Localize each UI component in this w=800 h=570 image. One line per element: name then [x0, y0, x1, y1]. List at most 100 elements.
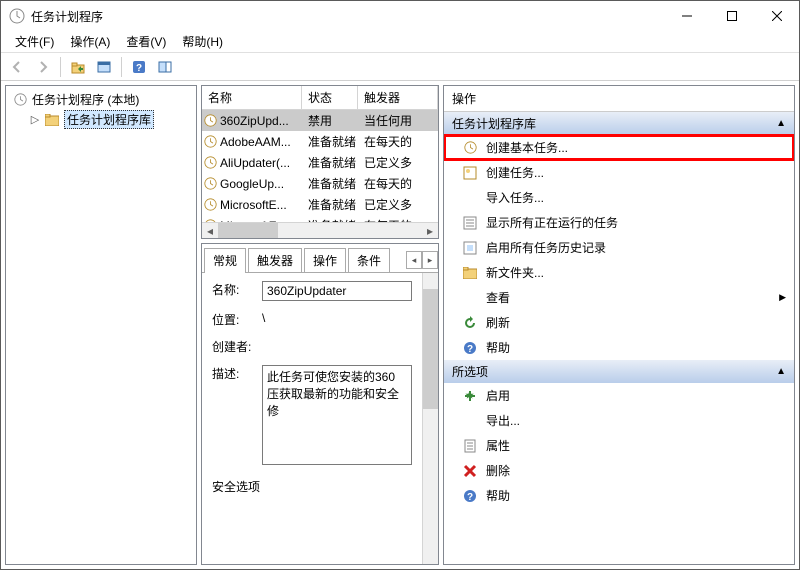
action-show-running[interactable]: 显示所有正在运行的任务	[444, 210, 794, 235]
action-label: 新文件夹...	[486, 264, 544, 281]
section-library-label: 任务计划程序库	[452, 115, 536, 132]
tree-library[interactable]: ▷ 任务计划程序库	[30, 109, 190, 130]
action-refresh[interactable]: 刷新	[444, 310, 794, 335]
task-trigger: 当任何用	[360, 112, 438, 129]
task-status: 准备就绪	[304, 175, 360, 192]
detail-desc-textarea[interactable]	[262, 365, 412, 465]
scroll-thumb[interactable]	[423, 289, 438, 409]
properties-icon	[462, 438, 478, 454]
task-status: 准备就绪	[304, 154, 360, 171]
action-help-2[interactable]: ? 帮助	[444, 483, 794, 508]
action-label: 刷新	[486, 314, 510, 331]
clock-icon	[204, 114, 217, 127]
action-label: 删除	[486, 462, 510, 479]
task-name: AdobeAAM...	[220, 135, 291, 149]
help-button[interactable]: ?	[127, 55, 151, 79]
tab-conditions[interactable]: 条件	[348, 248, 390, 272]
action-import-task[interactable]: 导入任务...	[444, 185, 794, 210]
section-selected[interactable]: 所选项 ▲	[444, 360, 794, 383]
column-status[interactable]: 状态	[302, 86, 358, 109]
menu-view[interactable]: 查看(V)	[118, 31, 174, 52]
task-name: GoogleUp...	[220, 177, 284, 191]
tab-actions[interactable]: 操作	[304, 248, 346, 272]
action-label: 查看	[486, 289, 510, 306]
action-delete[interactable]: 删除	[444, 458, 794, 483]
action-label: 创建任务...	[486, 164, 544, 181]
task-status: 准备就绪	[304, 196, 360, 213]
clock-icon	[12, 92, 28, 108]
folder-icon	[44, 112, 60, 128]
tree-expand-icon[interactable]: ▷	[30, 113, 40, 126]
task-list-body[interactable]: 360ZipUpd... 禁用当任何用 AdobeAAM...准备就绪在每天的Ali…	[202, 110, 438, 222]
action-label: 帮助	[486, 339, 510, 356]
table-row[interactable]: MicrosoftE...准备就绪在每天的	[202, 215, 438, 222]
menubar: 文件(F) 操作(A) 查看(V) 帮助(H)	[1, 31, 799, 53]
scroll-thumb[interactable]	[218, 223, 278, 238]
toolbar-separator	[60, 57, 61, 77]
task-name: 360ZipUpd...	[220, 114, 289, 128]
clock-icon	[204, 177, 217, 190]
tab-scroll-left[interactable]: ◂	[406, 251, 422, 269]
vertical-scrollbar[interactable]	[422, 273, 438, 564]
show-action-pane-button[interactable]	[153, 55, 177, 79]
action-label: 显示所有正在运行的任务	[486, 214, 618, 231]
task-trigger: 已定义多	[360, 154, 438, 171]
back-button[interactable]	[5, 55, 29, 79]
column-trigger[interactable]: 触发器	[358, 86, 438, 109]
help-icon: ?	[462, 488, 478, 504]
horizontal-scrollbar[interactable]: ◂ ▸	[202, 222, 438, 238]
table-row[interactable]: AdobeAAM...准备就绪在每天的	[202, 131, 438, 152]
action-enable-history[interactable]: 启用所有任务历史记录	[444, 235, 794, 260]
minimize-button[interactable]	[664, 1, 709, 31]
menu-help[interactable]: 帮助(H)	[174, 31, 231, 52]
blank-icon	[462, 290, 478, 306]
tab-triggers[interactable]: 触发器	[248, 248, 302, 272]
up-button[interactable]	[66, 55, 90, 79]
show-hide-console-button[interactable]	[92, 55, 116, 79]
action-view[interactable]: 查看	[444, 285, 794, 310]
action-create-basic-task[interactable]: 创建基本任务...	[444, 135, 794, 160]
action-properties[interactable]: 属性	[444, 433, 794, 458]
detail-name-input[interactable]	[262, 281, 412, 301]
table-row[interactable]: MicrosoftE...准备就绪已定义多	[202, 194, 438, 215]
table-row[interactable]: AliUpdater(...准备就绪已定义多	[202, 152, 438, 173]
main-window: 任务计划程序 文件(F) 操作(A) 查看(V) 帮助(H) ? 任务计划程序 …	[0, 0, 800, 570]
action-export[interactable]: 导出...	[444, 408, 794, 433]
detail-secopts-label: 安全选项	[212, 478, 260, 495]
action-help[interactable]: ? 帮助	[444, 335, 794, 360]
svg-text:?: ?	[136, 63, 142, 74]
detail-author-value	[262, 338, 428, 355]
delete-icon	[462, 463, 478, 479]
menu-action[interactable]: 操作(A)	[62, 31, 118, 52]
clock-icon	[204, 135, 217, 148]
toolbar-separator	[121, 57, 122, 77]
action-create-task[interactable]: 创建任务...	[444, 160, 794, 185]
task-detail: 常规 触发器 操作 条件 ◂ ▸ 名称: 位置:	[201, 243, 439, 565]
task-list-header: 名称 状态 触发器	[202, 86, 438, 110]
tab-scroll-right[interactable]: ▸	[422, 251, 438, 269]
action-enable[interactable]: 启用	[444, 383, 794, 408]
close-button[interactable]	[754, 1, 799, 31]
detail-location-value: \	[262, 311, 428, 328]
action-label: 导出...	[486, 412, 520, 429]
action-label: 创建基本任务...	[486, 139, 568, 156]
clock-icon	[204, 156, 217, 169]
tree-root[interactable]: 任务计划程序 (本地)	[12, 90, 190, 109]
section-library[interactable]: 任务计划程序库 ▲	[444, 112, 794, 135]
forward-button[interactable]	[31, 55, 55, 79]
action-new-folder[interactable]: 新文件夹...	[444, 260, 794, 285]
detail-desc-label: 描述:	[212, 365, 262, 468]
tab-general[interactable]: 常规	[204, 248, 246, 273]
maximize-button[interactable]	[709, 1, 754, 31]
menu-file[interactable]: 文件(F)	[7, 31, 62, 52]
scroll-left-icon[interactable]: ◂	[202, 223, 218, 238]
titlebar: 任务计划程序	[1, 1, 799, 31]
task-status: 禁用	[304, 112, 360, 129]
column-name[interactable]: 名称	[202, 86, 302, 109]
action-label: 导入任务...	[486, 189, 544, 206]
table-row[interactable]: 360ZipUpd... 禁用当任何用	[202, 110, 438, 131]
scroll-right-icon[interactable]: ▸	[422, 223, 438, 238]
section-selected-label: 所选项	[452, 363, 488, 380]
table-row[interactable]: GoogleUp...准备就绪在每天的	[202, 173, 438, 194]
action-label: 帮助	[486, 487, 510, 504]
